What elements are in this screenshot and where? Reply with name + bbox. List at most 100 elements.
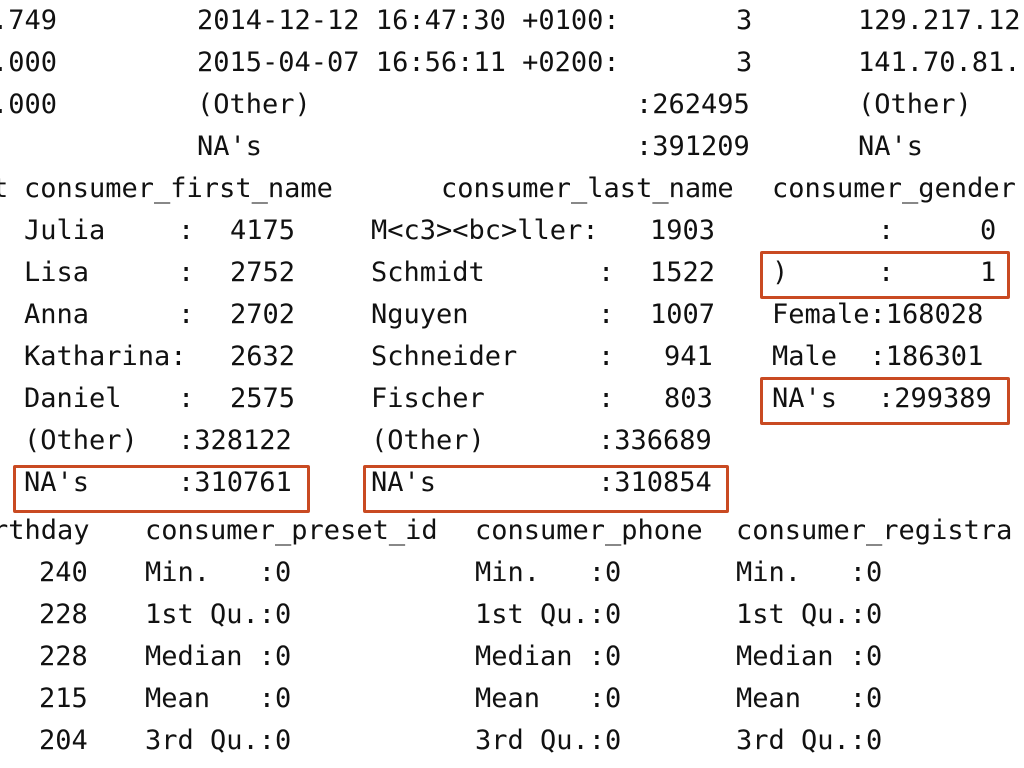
summary-cell: Median :0: [736, 641, 883, 672]
summary-cell: 1007: [650, 299, 716, 330]
summary-cell: 0: [980, 215, 997, 246]
numeric-summary-row: 228 Median :0 Median :0 Median :0: [0, 636, 1024, 678]
summary-cell: 228: [39, 641, 88, 672]
summary-cell: .000: [0, 47, 58, 78]
summary-cell: 3rd Qu.:0: [736, 725, 883, 756]
summary-top-row: .000 (Other) :262495 (Other): [0, 84, 1024, 126]
summary-cell: Nguyen: [371, 299, 469, 330]
name-summary-row: Anna : 2702 Nguyen : 1007 Female:168028: [0, 294, 1024, 336]
summary-cell: Mean :0: [736, 683, 883, 714]
summary-cell: :: [598, 257, 615, 288]
summary-top-row: NA's :391209 NA's: [0, 126, 1024, 168]
summary-cell: 1st Qu.:0: [145, 599, 292, 630]
r-console-output: .749 2014-12-12 16:47:30 +0100: 3 129.21…: [0, 0, 1024, 768]
column-header: consumer_gender: [772, 173, 1016, 204]
summary-cell: Male :186301: [772, 341, 984, 372]
summary-cell: 803: [664, 383, 713, 414]
summary-cell: 3: [736, 5, 753, 36]
column-header: consumer_last_name: [441, 173, 734, 204]
summary-cell: Anna: [24, 299, 90, 330]
summary-cell: 141.70.81.: [858, 47, 1021, 78]
summary-cell: :: [598, 383, 615, 414]
summary-top-row: .749 2014-12-12 16:47:30 +0100: 3 129.21…: [0, 0, 1024, 42]
summary-cell: :299389: [878, 383, 992, 414]
summary-cell: :391209: [636, 131, 750, 162]
summary-cell: 1st Qu.:0: [736, 599, 883, 630]
summary-cell: 3rd Qu.:0: [475, 725, 622, 756]
summary-cell: :310854: [598, 467, 712, 498]
summary-cell: 204: [39, 725, 88, 756]
summary-cell: Mean :0: [475, 683, 622, 714]
summary-cell: ): [772, 257, 789, 288]
summary-cell: :: [878, 257, 895, 288]
summary-cell: 3: [736, 47, 753, 78]
numeric-summary-row: 215 Mean :0 Mean :0 Mean :0: [0, 678, 1024, 720]
column-header: rthday: [0, 515, 90, 546]
numeric-summary-row: 228 1st Qu.:0 1st Qu.:0 1st Qu.:0: [0, 594, 1024, 636]
summary-cell: Min. :0: [475, 557, 622, 588]
numeric-summary-row: 240 Min. :0 Min. :0 Min. :0: [0, 552, 1024, 594]
name-summary-row: Julia : 4175 M<c3><bc>ller: 1903 : 0: [0, 210, 1024, 252]
summary-cell: Min. :0: [145, 557, 292, 588]
summary-cell: :: [178, 299, 195, 330]
summary-cell: :336689: [598, 425, 712, 456]
summary-cell: 240: [39, 557, 88, 588]
summary-cell: 941: [664, 341, 713, 372]
summary-cell: :: [178, 383, 195, 414]
summary-cell: Female:168028: [772, 299, 984, 330]
summary-cell: NA's: [197, 131, 263, 162]
summary-cell: :: [878, 215, 895, 246]
summary-cell: 2015-04-07 16:56:11 +0200:: [197, 47, 620, 78]
summary-cell: 1903: [650, 215, 716, 246]
summary-cell: 1522: [650, 257, 716, 288]
summary-cell: Median :0: [475, 641, 622, 672]
summary-cell: (Other): [858, 89, 972, 120]
summary-cell: Mean :0: [145, 683, 292, 714]
summary-cell: Median :0: [145, 641, 292, 672]
summary-cell: Julia: [24, 215, 106, 246]
summary-cell: Katharina:: [24, 341, 187, 372]
summary-top-row: .000 2015-04-07 16:56:11 +0200: 3 141.70…: [0, 42, 1024, 84]
summary-cell: :262495: [636, 89, 750, 120]
summary-cell: 4175: [230, 215, 296, 246]
summary-cell: 1st Qu.:0: [475, 599, 622, 630]
summary-cell: 2575: [230, 383, 296, 414]
summary-cell: :328122: [178, 425, 292, 456]
summary-cell: 228: [39, 599, 88, 630]
summary-cell: (Other): [197, 89, 311, 120]
column-header: consumer_registra: [736, 515, 1013, 546]
summary-cell: NA's: [24, 467, 90, 498]
summary-cell: :310761: [178, 467, 292, 498]
column-header: consumer_preset_id: [145, 515, 438, 546]
summary-cell: :: [178, 215, 195, 246]
summary-cell: Daniel: [24, 383, 122, 414]
summary-cell: NA's: [772, 383, 838, 414]
summary-cell: 2014-12-12 16:47:30 +0100:: [197, 5, 620, 36]
summary-cell: 129.217.12: [858, 5, 1021, 36]
summary-cell: Schmidt: [371, 257, 485, 288]
summary-cell: Lisa: [24, 257, 90, 288]
summary-cell: 215: [39, 683, 88, 714]
name-summary-row: Daniel : 2575 Fischer : 803 NA's :299389: [0, 378, 1024, 420]
name-summary-row: NA's :310761 NA's :310854: [0, 462, 1024, 504]
summary-cell: Schneider: [371, 341, 518, 372]
column-header: consumer_phone: [475, 515, 703, 546]
name-summary-row: Katharina: 2632 Schneider : 941 Male :18…: [0, 336, 1024, 378]
summary-cell: :: [598, 299, 615, 330]
summary-cell: :: [598, 341, 615, 372]
name-summary-row: (Other) :328122 (Other) :336689: [0, 420, 1024, 462]
numeric-summary-row: 204 3rd Qu.:0 3rd Qu.:0 3rd Qu.:0: [0, 720, 1024, 762]
summary-cell: M<c3><bc>ller:: [371, 215, 599, 246]
summary-cell: (Other): [371, 425, 485, 456]
summary-cell: NA's: [858, 131, 924, 162]
summary-cell: 3rd Qu.:0: [145, 725, 292, 756]
column-header: consumer_first_name: [24, 173, 333, 204]
summary-cell: .749: [0, 5, 58, 36]
summary-cell: (Other): [24, 425, 138, 456]
summary-cell: 2752: [230, 257, 296, 288]
column-header: t: [0, 173, 9, 204]
summary-cell: :: [178, 257, 195, 288]
column-header-row: rthday consumer_preset_id consumer_phone…: [0, 510, 1024, 552]
name-summary-row: Lisa : 2752 Schmidt : 1522 ) : 1: [0, 252, 1024, 294]
column-header-row: t consumer_first_name consumer_last_name…: [0, 168, 1024, 210]
